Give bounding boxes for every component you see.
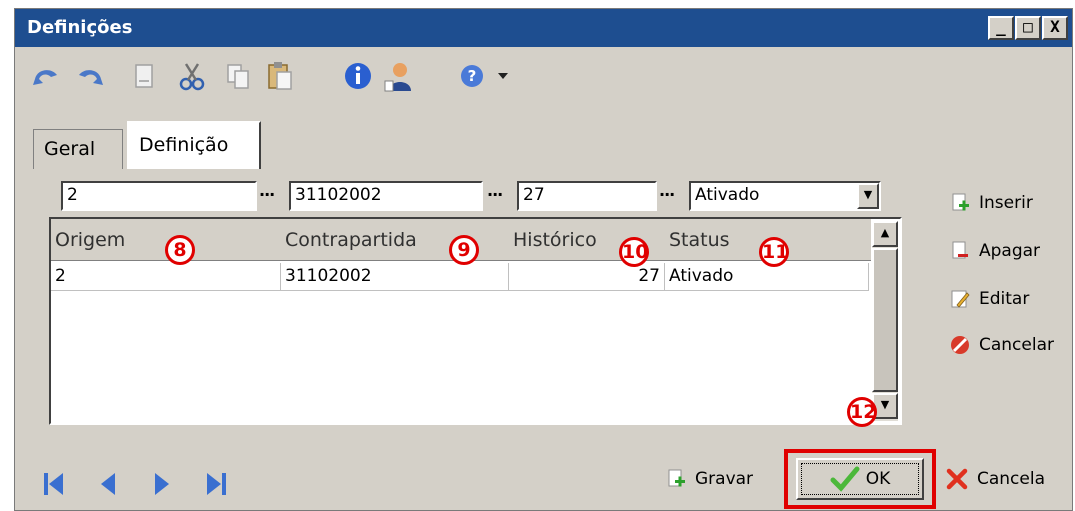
- origem-lookup-button[interactable]: ···: [259, 185, 275, 204]
- tab-geral[interactable]: Geral: [33, 129, 123, 171]
- edit-pencil-icon: [951, 290, 970, 308]
- previous-record-icon[interactable]: [95, 469, 121, 499]
- ok-highlight-frame: OK: [784, 449, 936, 509]
- historico-filter-input[interactable]: 27: [517, 181, 657, 211]
- checkmark-icon: [830, 466, 860, 492]
- column-header-historico[interactable]: Histórico: [513, 229, 597, 251]
- maximize-button[interactable]: □: [1015, 16, 1041, 40]
- gravar-label: Gravar: [695, 469, 754, 489]
- apagar-label: Apagar: [979, 241, 1041, 261]
- cell-historico: 27: [509, 263, 665, 291]
- next-record-icon[interactable]: [149, 469, 175, 499]
- window-controls: _ □ X: [987, 16, 1068, 40]
- first-record-icon[interactable]: [41, 469, 67, 499]
- origem-filter-input[interactable]: 2: [61, 181, 257, 211]
- historico-lookup-button[interactable]: ···: [659, 185, 675, 204]
- delete-document-icon: [952, 241, 968, 259]
- inserir-button[interactable]: Inserir: [949, 187, 1033, 219]
- scroll-thumb[interactable]: [872, 248, 898, 392]
- cancel-x-icon: [946, 468, 968, 490]
- toolbar: ?: [15, 47, 1072, 109]
- insert-document-icon: [952, 193, 969, 211]
- save-document-icon: [668, 469, 685, 487]
- inserir-label: Inserir: [979, 193, 1033, 213]
- dropdown-arrow-icon[interactable]: [489, 59, 523, 93]
- callout-badge-9: 9: [449, 235, 479, 265]
- last-record-icon[interactable]: [203, 469, 229, 499]
- apagar-button[interactable]: Apagar: [949, 235, 1040, 267]
- new-document-icon[interactable]: [127, 59, 161, 93]
- ok-label: OK: [865, 469, 891, 489]
- cancel-circle-icon: [951, 336, 969, 354]
- definicao-panel: 2 ··· 31102002 ··· 27 ··· Ativado ▼ Orig…: [29, 169, 1059, 439]
- cell-contrapartida: 31102002: [281, 263, 509, 291]
- chevron-down-icon[interactable]: ▼: [857, 183, 879, 209]
- status-select-value: Ativado: [695, 185, 760, 205]
- user-icon[interactable]: [381, 59, 415, 93]
- column-header-status[interactable]: Status: [669, 229, 730, 251]
- cell-origem: 2: [51, 263, 281, 291]
- status-select[interactable]: Ativado ▼: [689, 181, 881, 211]
- vertical-scrollbar[interactable]: ▲ ▼: [872, 221, 898, 421]
- help-icon[interactable]: ?: [455, 59, 489, 93]
- scroll-up-button[interactable]: ▲: [872, 221, 898, 247]
- info-icon[interactable]: [341, 59, 375, 93]
- svg-text:?: ?: [468, 67, 477, 85]
- redo-icon[interactable]: [73, 59, 107, 93]
- callout-badge-8: 8: [165, 235, 195, 265]
- callout-badge-10: 10: [619, 237, 649, 267]
- bottom-bar: Gravar OK Cancela: [15, 441, 1072, 511]
- ok-button[interactable]: OK: [796, 458, 924, 500]
- table-row[interactable]: 2 31102002 27 Ativado: [51, 263, 871, 291]
- cancelar-button[interactable]: Cancelar: [949, 329, 1054, 361]
- tab-definicao[interactable]: Definição: [127, 121, 261, 171]
- definicoes-window: Definições _ □ X ? Geral Definição 2 ···…: [14, 8, 1073, 511]
- editar-label: Editar: [979, 289, 1030, 309]
- column-header-contrapartida[interactable]: Contrapartida: [285, 229, 417, 251]
- paste-icon[interactable]: [263, 59, 297, 93]
- cancela-label: Cancela: [977, 469, 1046, 489]
- close-button[interactable]: X: [1042, 16, 1068, 40]
- minimize-button[interactable]: _: [988, 16, 1014, 40]
- copy-icon[interactable]: [221, 59, 255, 93]
- cancelar-label: Cancelar: [979, 335, 1054, 355]
- undo-icon[interactable]: [29, 59, 63, 93]
- cell-status: Ativado: [665, 263, 869, 291]
- editar-button[interactable]: Editar: [949, 283, 1029, 315]
- cancela-button[interactable]: Cancela: [945, 459, 1045, 499]
- callout-badge-12: 12: [847, 397, 877, 427]
- column-header-origem[interactable]: Origem: [55, 229, 125, 251]
- window-title: Definições: [27, 17, 133, 38]
- title-bar: Definições _ □ X: [15, 9, 1072, 47]
- contrapartida-lookup-button[interactable]: ···: [487, 185, 503, 204]
- cut-icon[interactable]: [175, 59, 209, 93]
- contrapartida-filter-input[interactable]: 31102002: [289, 181, 483, 211]
- callout-badge-11: 11: [759, 237, 789, 267]
- gravar-button[interactable]: Gravar: [665, 459, 753, 499]
